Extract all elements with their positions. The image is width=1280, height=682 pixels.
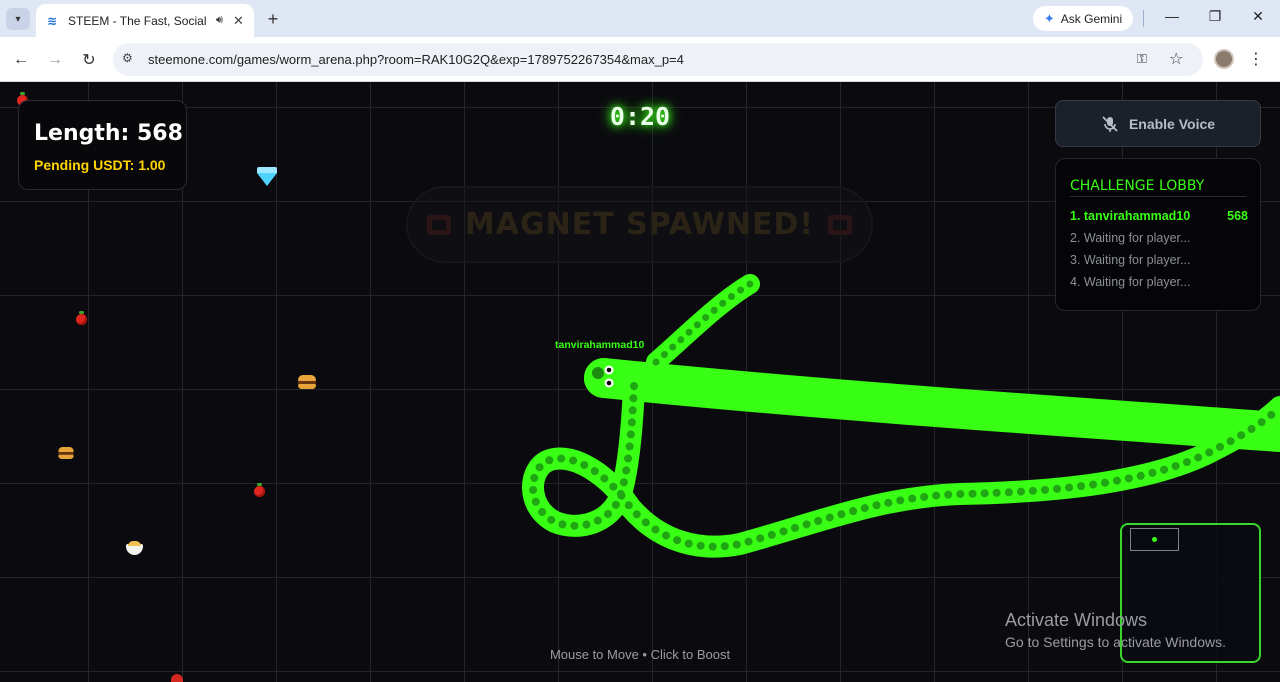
profile-avatar[interactable] <box>1214 49 1234 69</box>
watermark-line1: Activate Windows <box>1005 610 1148 630</box>
lobby-player-name: 2. Waiting for player... <box>1070 231 1191 245</box>
magnet-icon <box>426 214 451 235</box>
close-tab-icon[interactable]: ✕ <box>233 13 244 29</box>
lobster-food-icon <box>167 672 187 682</box>
lobby-player-row: 1. tanvirahammad10 568 <box>1070 209 1248 223</box>
lobby-player-name: 3. Waiting for player... <box>1070 253 1191 267</box>
tab-search-button[interactable]: ▾ <box>6 8 30 30</box>
url-text[interactable]: steemone.com/games/worm_arena.php?room=R… <box>148 52 684 67</box>
lobby-divider <box>1070 196 1246 197</box>
activate-windows-watermark: Activate Windows Go to Settings to activ… <box>1005 610 1226 650</box>
ask-gemini-button[interactable]: ✦ Ask Gemini <box>1033 6 1133 31</box>
back-arrow-icon[interactable]: ← <box>10 49 32 71</box>
burger-food-icon <box>298 375 316 389</box>
reload-icon[interactable]: ↻ <box>78 49 100 71</box>
diamond-gem-icon <box>257 167 277 186</box>
pending-usdt: Pending USDT: 1.00 <box>34 157 166 173</box>
toolbar-separator <box>1143 10 1144 27</box>
match-timer: 0:20 <box>609 102 671 131</box>
tomato-food-icon <box>254 483 265 497</box>
lobby-title: CHALLENGE LOBBY <box>1070 178 1205 194</box>
lobby-player-row: 2. Waiting for player... <box>1070 231 1248 245</box>
lobby-player-row: 3. Waiting for player... <box>1070 253 1248 267</box>
controls-hint: Mouse to Move • Click to Boost <box>549 647 731 662</box>
address-toolbar: ← → ↻ ⚙ steemone.com/games/worm_arena.ph… <box>0 37 1280 82</box>
steem-favicon-icon: ≋ <box>46 13 58 28</box>
magnet-spawned-notice: MAGNET SPAWNED! <box>406 186 873 263</box>
tab-title: STEEM - The Fast, Social Blo <box>68 13 208 28</box>
lobby-player-name: 4. Waiting for player... <box>1070 275 1191 289</box>
new-tab-button[interactable]: + <box>262 8 284 30</box>
length-panel: Length: 568 Pending USDT: 1.00 <box>18 100 187 190</box>
enable-voice-label: Enable Voice <box>1128 115 1216 132</box>
site-info-icon[interactable]: ⚙ <box>122 51 133 65</box>
mic-muted-icon <box>1102 115 1118 132</box>
bookmark-star-icon[interactable]: ☆ <box>1169 49 1183 69</box>
browser-tab-bar: ▾ ≋ STEEM - The Fast, Social Blo 🔊︎ ✕ + … <box>0 0 1280 37</box>
worm-player-name: tanvirahammad10 <box>555 339 645 351</box>
lobby-player-row: 4. Waiting for player... <box>1070 275 1248 289</box>
length-value: Length: 568 <box>34 121 183 146</box>
address-bar[interactable]: ⚙ steemone.com/games/worm_arena.php?room… <box>113 43 1203 76</box>
password-key-icon[interactable]: ⚿ <box>1137 51 1147 67</box>
minimap-player-dot <box>1152 537 1157 542</box>
challenge-lobby-panel: CHALLENGE LOBBY 1. tanvirahammad10 568 2… <box>1055 158 1261 311</box>
notice-text: MAGNET SPAWNED! <box>464 207 815 242</box>
watermark-line2: Go to Settings to activate Windows. <box>1005 634 1226 650</box>
ask-gemini-label: Ask Gemini <box>1060 11 1123 26</box>
gemini-sparkle-icon: ✦ <box>1043 10 1055 26</box>
minimize-icon[interactable]: — <box>1162 8 1182 24</box>
close-window-icon[interactable]: ✕ <box>1248 8 1268 25</box>
burger-food-icon <box>58 447 74 459</box>
lobby-player-name: 1. tanvirahammad10 <box>1070 209 1191 223</box>
lobby-player-score: 568 <box>1227 209 1248 223</box>
browser-tab[interactable]: ≋ STEEM - The Fast, Social Blo 🔊︎ ✕ <box>36 4 254 37</box>
restore-icon[interactable]: ❐ <box>1205 8 1225 25</box>
tomato-food-icon <box>76 311 87 325</box>
speaker-icon[interactable]: 🔊︎ <box>216 14 223 27</box>
magnet-icon <box>828 214 853 235</box>
game-canvas[interactable]: tanvirahammad10 Length: 568 Pending USDT… <box>0 82 1280 682</box>
browser-menu-icon[interactable]: ⋮ <box>1248 49 1264 69</box>
enable-voice-button[interactable]: Enable Voice <box>1055 100 1261 147</box>
forward-arrow-icon[interactable]: → <box>44 49 66 71</box>
